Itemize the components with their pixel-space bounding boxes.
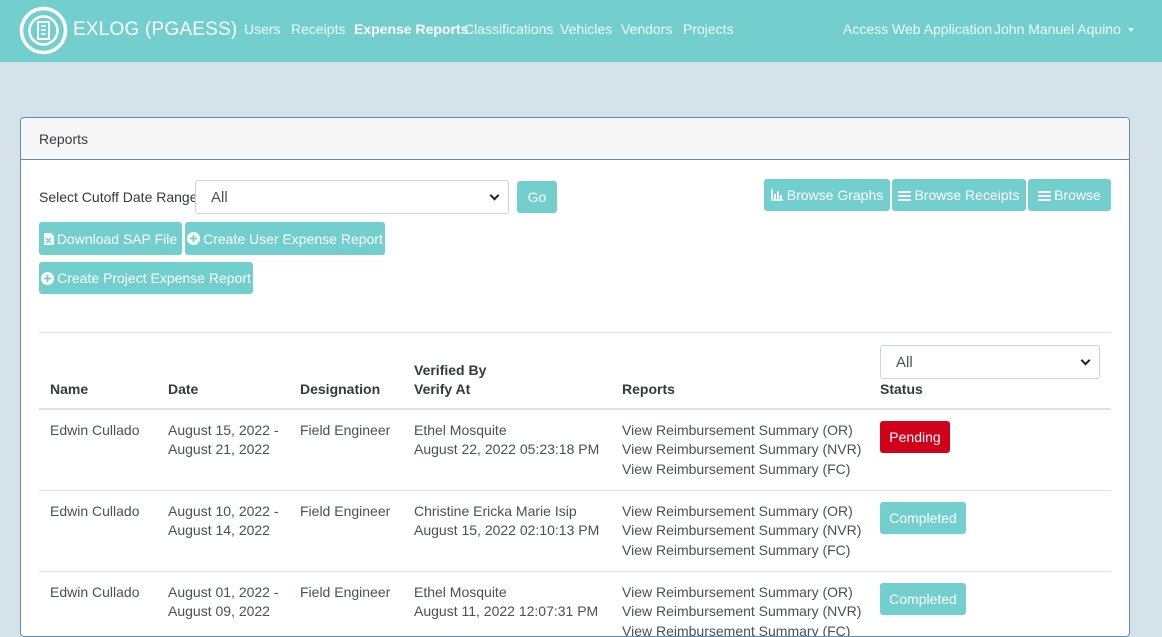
- header-status: Status: [880, 381, 923, 397]
- nav-access-web-app[interactable]: Access Web Application: [843, 21, 992, 37]
- row-designation: Field Engineer: [300, 503, 391, 519]
- row-date-start: August 15, 2022 -: [168, 422, 279, 438]
- list-icon: [1038, 190, 1052, 201]
- row-name: Edwin Cullado: [50, 584, 140, 600]
- status-badge[interactable]: Completed: [880, 583, 966, 615]
- header-reports: Reports: [622, 381, 675, 397]
- report-link-fc[interactable]: View Reimbursement Summary (FC): [622, 541, 850, 561]
- nav-expense-reports[interactable]: Expense Reports: [354, 21, 468, 37]
- row-verify-at: August 11, 2022 12:07:31 PM: [414, 603, 599, 619]
- go-label: Go: [527, 189, 547, 205]
- download-sap-button[interactable]: Download SAP File: [39, 222, 182, 255]
- report-link-fc[interactable]: View Reimbursement Summary (FC): [622, 460, 850, 480]
- row-date-end: August 14, 2022: [168, 522, 270, 538]
- status-filter-value: All: [896, 354, 913, 371]
- user-name: John Manuel Aquino: [994, 21, 1121, 37]
- row-date-end: August 09, 2022: [168, 603, 270, 619]
- status-badge[interactable]: Completed: [880, 502, 966, 534]
- plus-circle-icon: [187, 232, 201, 245]
- caret-down-icon: [1127, 28, 1134, 33]
- row-date-end: August 21, 2022: [168, 441, 270, 457]
- cutoff-label: Select Cutoff Date Range:: [39, 189, 202, 205]
- row-designation: Field Engineer: [300, 422, 391, 438]
- nav-classifications[interactable]: Classifications: [464, 21, 553, 37]
- header-verified-by: Verified By: [414, 362, 487, 378]
- download-sap-label: Download SAP File: [56, 230, 178, 247]
- status-filter-select[interactable]: All: [880, 345, 1100, 379]
- row-designation: Field Engineer: [300, 584, 391, 600]
- browse-button[interactable]: Browse: [1028, 179, 1111, 211]
- browse-graphs-label: Browse Graphs: [786, 187, 884, 203]
- chevron-down-icon: [489, 190, 500, 201]
- row-date-start: August 10, 2022 -: [168, 503, 279, 519]
- report-link-nvr[interactable]: View Reimbursement Summary (NVR): [622, 440, 861, 460]
- row-verified-by: Ethel Mosquite: [414, 422, 507, 438]
- header-date: Date: [168, 381, 199, 397]
- card-header: Reports: [21, 118, 1129, 160]
- nav-projects[interactable]: Projects: [683, 21, 734, 37]
- brand-title[interactable]: EXLOG (PGAESS): [73, 19, 237, 41]
- status-label: Completed: [889, 510, 957, 526]
- row-name: Edwin Cullado: [50, 503, 140, 519]
- row-date-start: August 01, 2022 -: [168, 584, 279, 600]
- report-link-or[interactable]: View Reimbursement Summary (OR): [622, 583, 853, 603]
- row-verify-at: August 15, 2022 02:10:13 PM: [414, 522, 600, 538]
- header-name: Name: [50, 381, 89, 397]
- go-button[interactable]: Go: [517, 181, 557, 213]
- status-badge[interactable]: Pending: [880, 421, 950, 453]
- report-link-nvr[interactable]: View Reimbursement Summary (NVR): [622, 602, 861, 622]
- nav-receipts[interactable]: Receipts: [291, 21, 345, 37]
- top-navbar: EXLOG (PGAESS) Users Receipts Expense Re…: [0, 0, 1162, 62]
- browse-label: Browse: [1054, 187, 1101, 203]
- status-label: Pending: [889, 429, 941, 445]
- header-designation: Designation: [300, 381, 381, 397]
- divider: [39, 332, 1111, 333]
- report-link-or[interactable]: View Reimbursement Summary (OR): [622, 502, 853, 522]
- create-project-report-label: Create Project Expense Report: [57, 270, 251, 286]
- browse-receipts-label: Browse Receipts: [914, 187, 1020, 203]
- nav-users[interactable]: Users: [244, 21, 281, 37]
- browse-graphs-button[interactable]: Browse Graphs: [764, 179, 890, 211]
- nav-vehicles[interactable]: Vehicles: [560, 21, 612, 37]
- report-link-fc[interactable]: View Reimbursement Summary (FC): [622, 622, 850, 636]
- create-user-report-button[interactable]: Create User Expense Report: [185, 222, 385, 255]
- list-icon: [898, 190, 912, 201]
- file-icon: [43, 232, 54, 245]
- row-verified-by: Ethel Mosquite: [414, 584, 507, 600]
- nav-vendors[interactable]: Vendors: [621, 21, 672, 37]
- card-title: Reports: [39, 131, 89, 147]
- create-user-report-label: Create User Expense Report: [203, 230, 383, 247]
- report-link-nvr[interactable]: View Reimbursement Summary (NVR): [622, 521, 861, 541]
- bar-chart-icon: [771, 189, 783, 201]
- row-verify-at: August 22, 2022 05:23:18 PM: [414, 441, 600, 457]
- cutoff-date-select[interactable]: All: [195, 180, 509, 214]
- report-link-or[interactable]: View Reimbursement Summary (OR): [622, 421, 853, 441]
- user-menu[interactable]: John Manuel Aquino: [994, 21, 1134, 37]
- create-project-report-button[interactable]: Create Project Expense Report: [39, 262, 253, 294]
- status-label: Completed: [889, 591, 957, 607]
- header-verify-at: Verify At: [414, 381, 471, 397]
- plus-circle-icon: [41, 271, 55, 285]
- reports-card: Reports Select Cutoff Date Range: All Go…: [20, 117, 1130, 637]
- chevron-down-icon: [1080, 355, 1091, 366]
- row-divider: [39, 490, 1111, 491]
- cutoff-date-value: All: [211, 189, 228, 206]
- row-name: Edwin Cullado: [50, 422, 140, 438]
- logo-icon[interactable]: [19, 6, 68, 55]
- row-divider: [39, 571, 1111, 572]
- row-verified-by: Christine Ericka Marie Isip: [414, 503, 577, 519]
- browse-receipts-button[interactable]: Browse Receipts: [892, 179, 1026, 211]
- header-divider: [39, 408, 1111, 410]
